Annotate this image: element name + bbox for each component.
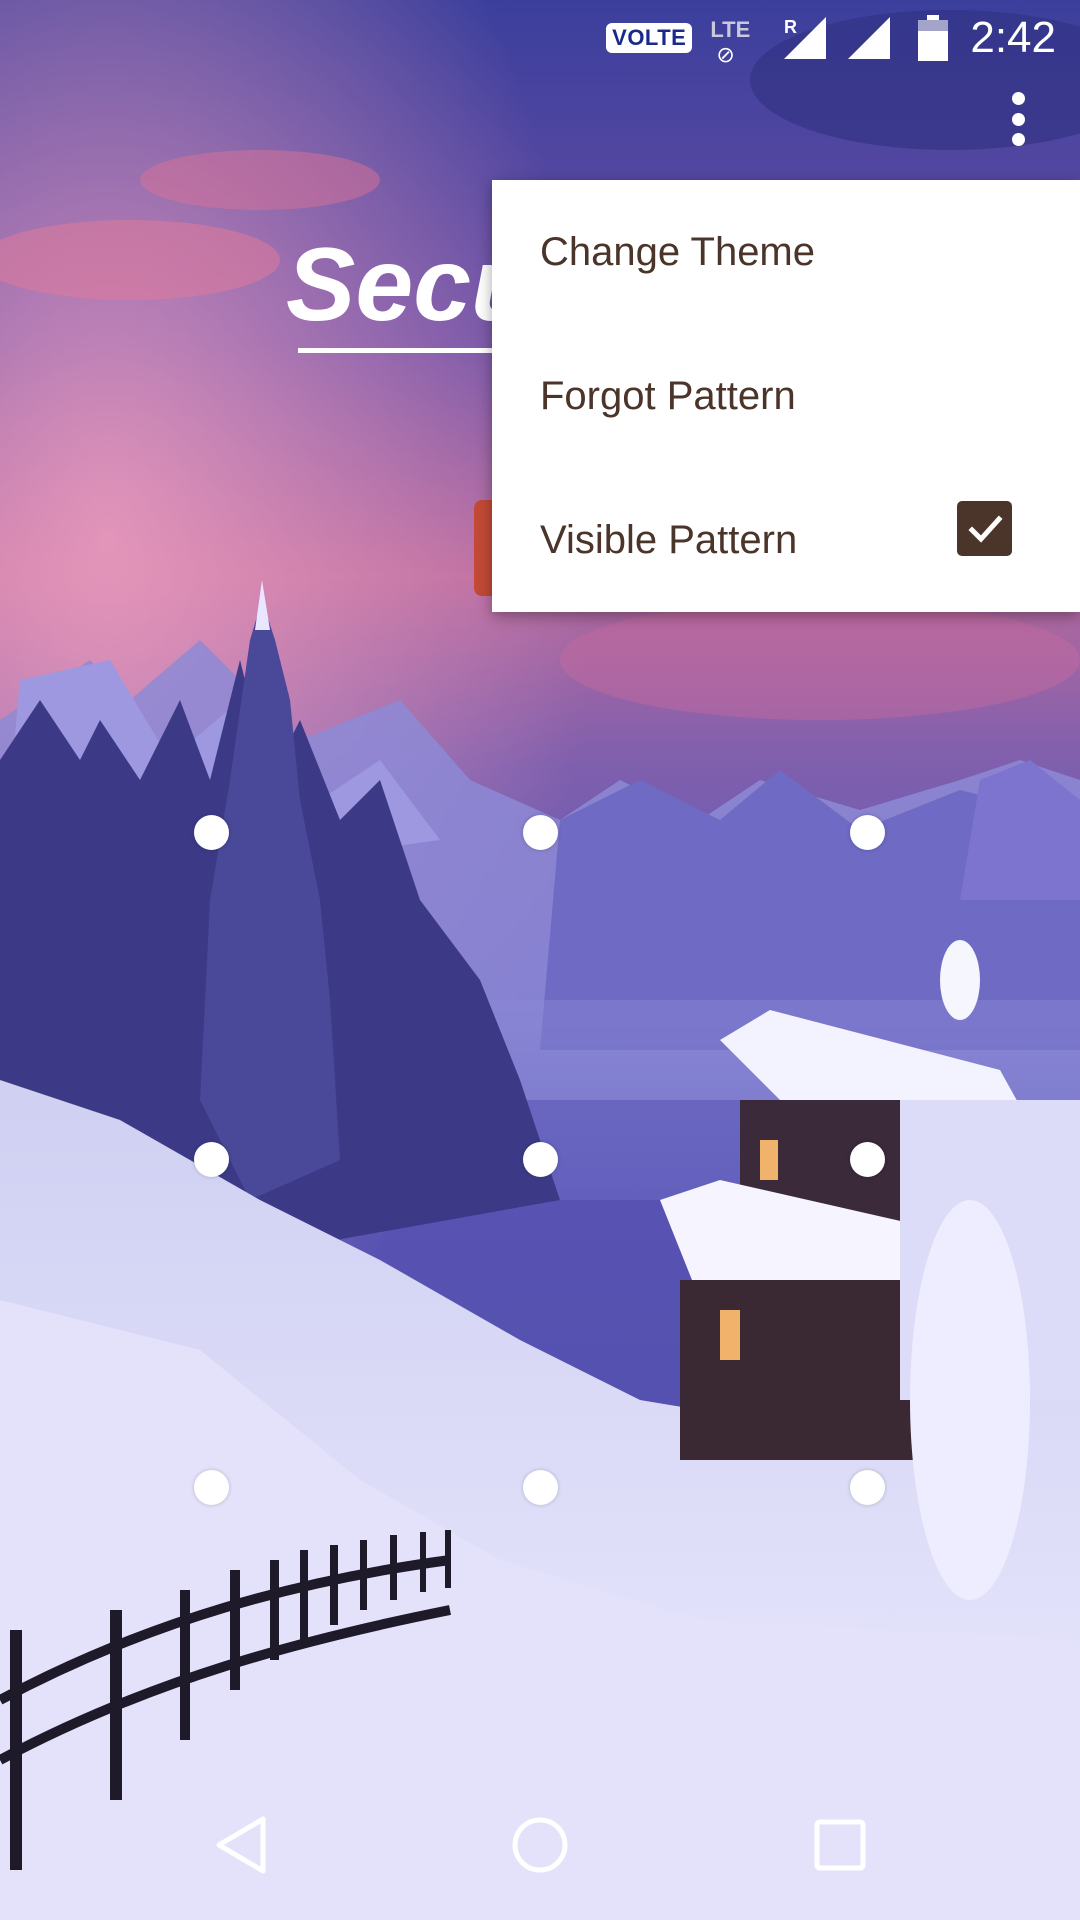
home-circle-icon (512, 1817, 568, 1873)
pattern-dot-4[interactable] (194, 1142, 229, 1177)
pattern-dot-5[interactable] (523, 1142, 558, 1177)
battery-icon (918, 15, 949, 61)
menu-item-label: Visible Pattern (540, 517, 798, 562)
pattern-dot-3[interactable] (850, 815, 885, 850)
status-bar: VOLTE LTE ⊘ R 2:42 (0, 0, 1080, 76)
pattern-dot-8[interactable] (523, 1470, 558, 1505)
menu-item-forgot-pattern[interactable]: Forgot Pattern (492, 324, 1080, 468)
pattern-dot-7[interactable] (194, 1470, 229, 1505)
pattern-dot-9[interactable] (850, 1470, 885, 1505)
home-button[interactable] (485, 1790, 595, 1900)
recents-button[interactable] (785, 1790, 895, 1900)
menu-item-label: Forgot Pattern (540, 373, 796, 418)
signal-roaming-icon: R (784, 17, 827, 59)
pattern-dot-6[interactable] (850, 1142, 885, 1177)
pattern-dot-1[interactable] (194, 815, 229, 850)
more-vert-icon[interactable] (990, 86, 1046, 152)
volte-indicator: VOLTE (606, 23, 693, 53)
data-blocked-icon: ⊘ (716, 43, 735, 68)
menu-item-visible-pattern[interactable]: Visible Pattern (492, 468, 1080, 612)
roaming-label: R (784, 17, 797, 37)
check-icon (967, 514, 1003, 543)
visible-pattern-checkbox[interactable] (957, 501, 1012, 556)
back-triangle-icon (216, 1816, 266, 1874)
pattern-dot-2[interactable] (523, 815, 558, 850)
navigation-bar (0, 1790, 1080, 1900)
overflow-popup-menu: Change Theme Forgot Pattern Visible Patt… (492, 180, 1080, 612)
overflow-dot (1011, 92, 1025, 105)
clock: 2:42 (970, 13, 1056, 62)
title-underline (298, 348, 518, 353)
back-button[interactable] (186, 1790, 296, 1900)
recents-square-icon (814, 1819, 866, 1871)
menu-item-label: Change Theme (540, 229, 815, 274)
lte-label: LTE (710, 17, 751, 42)
overflow-dot (1011, 112, 1025, 126)
lte-indicator: LTE ⊘ (706, 13, 776, 68)
overflow-dot (1011, 133, 1025, 146)
signal-icon (848, 17, 891, 59)
menu-item-change-theme[interactable]: Change Theme (492, 180, 1080, 324)
